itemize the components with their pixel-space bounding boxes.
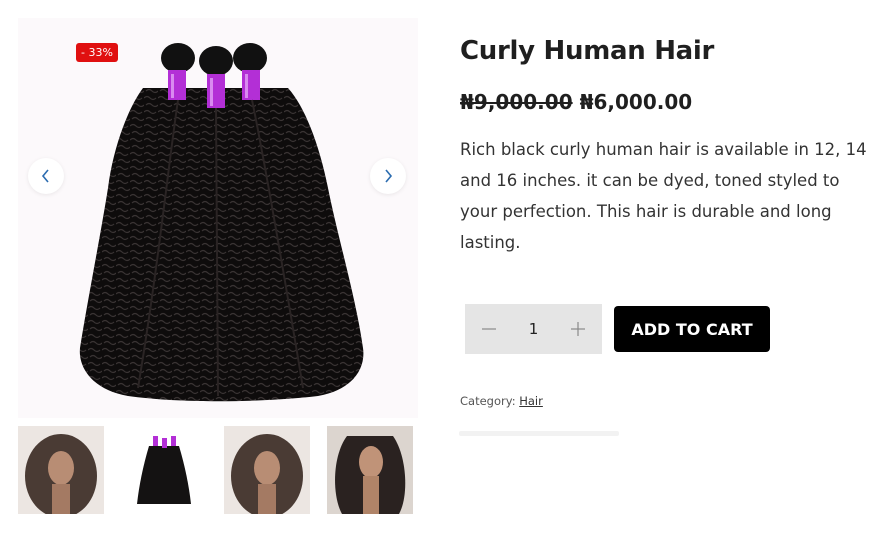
quantity-decrease-button[interactable] [480, 320, 498, 338]
category-label: Category: [460, 394, 516, 408]
thumbnail-bundles[interactable] [121, 426, 207, 514]
sale-badge: - 33% [76, 43, 118, 62]
product-gallery: - 33% [18, 18, 418, 418]
add-to-cart-row: 1 ADD TO CART [465, 304, 770, 354]
divider [459, 431, 619, 436]
product-main-image[interactable] [18, 18, 418, 418]
chevron-left-icon [41, 169, 49, 183]
thumbnail-model-curly[interactable] [224, 426, 310, 514]
price-old: ₦9,000.00 [460, 90, 573, 114]
minus-icon [482, 328, 496, 330]
chevron-right-icon [385, 169, 393, 183]
thumbnail-strip [18, 426, 418, 514]
product-meta: Category: Hair [460, 394, 543, 408]
product-price: ₦9,000.00 ₦6,000.00 [460, 90, 880, 114]
quantity-stepper: 1 [465, 304, 602, 354]
gallery-next-button[interactable] [370, 158, 406, 194]
category-link[interactable]: Hair [519, 394, 543, 408]
quantity-value[interactable]: 1 [529, 320, 539, 338]
gallery-prev-button[interactable] [28, 158, 64, 194]
price-new: ₦6,000.00 [579, 90, 693, 114]
thumbnail-model-wavy[interactable] [327, 426, 413, 514]
quantity-increase-button[interactable] [569, 320, 587, 338]
product-description: Rich black curly human hair is available… [460, 140, 867, 252]
product-info: Curly Human Hair ₦9,000.00 ₦6,000.00 Ric… [460, 36, 880, 258]
product-title: Curly Human Hair [460, 36, 715, 66]
add-to-cart-button[interactable]: ADD TO CART [614, 306, 770, 352]
thumbnail-model-curly[interactable] [18, 426, 104, 514]
plus-icon [570, 322, 585, 336]
